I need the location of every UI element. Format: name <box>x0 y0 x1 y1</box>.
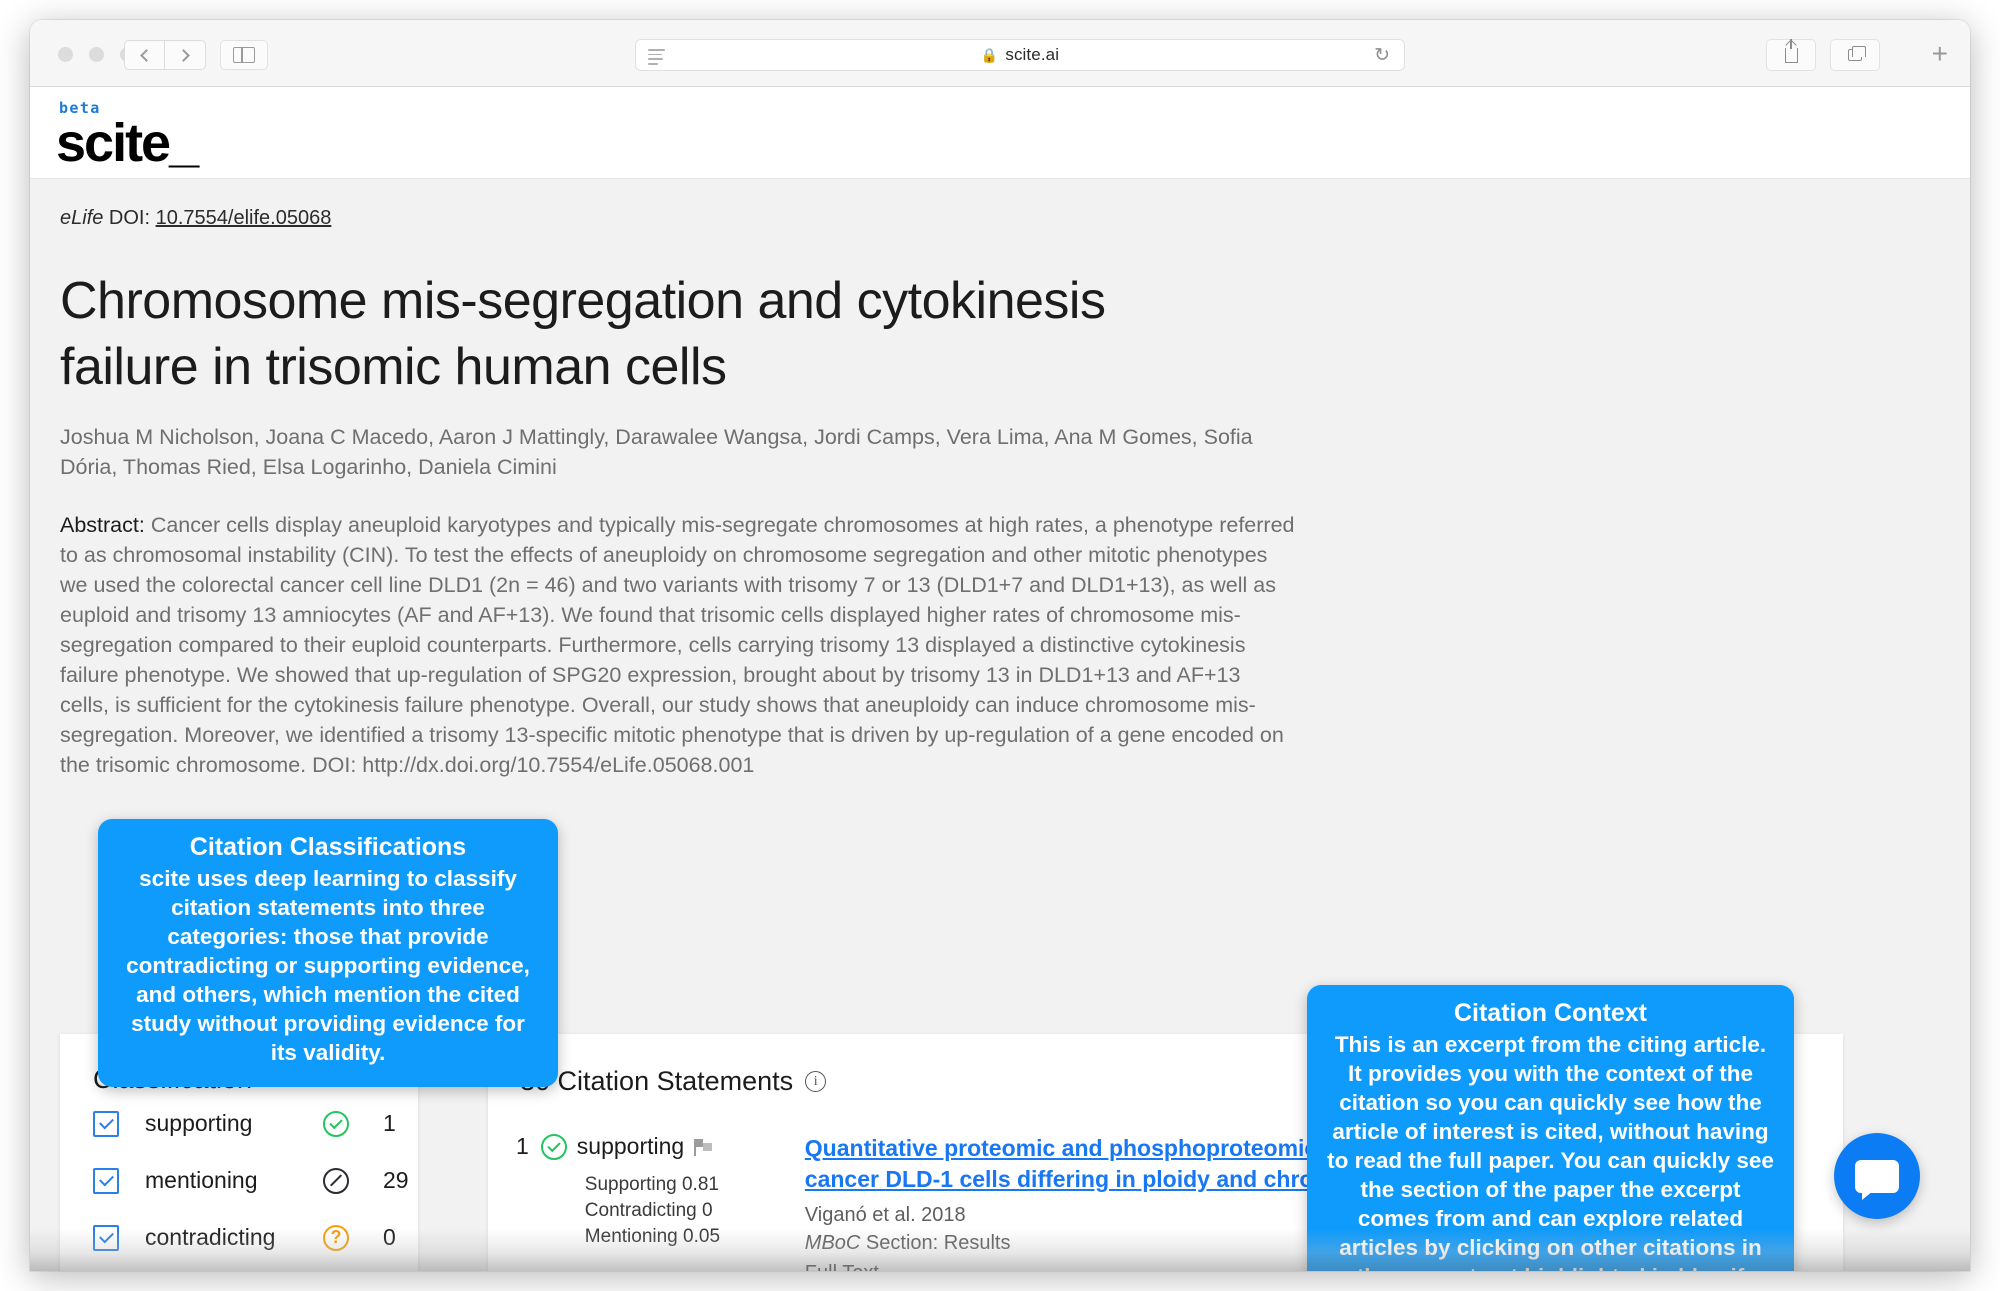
filter-label-contradicting: contradicting <box>145 1224 276 1250</box>
venue-name: MBoC <box>804 1232 861 1254</box>
abstract-text: Cancer cells display aneuploid karyotype… <box>60 513 1295 777</box>
tooltip-citation-classifications: Citation Classifications scite uses deep… <box>98 819 558 1087</box>
filter-label-supporting: supporting <box>145 1110 253 1136</box>
close-window-button[interactable] <box>58 47 73 62</box>
tab-overview-icon <box>1848 46 1866 61</box>
sidebar-toggle-button[interactable] <box>220 40 268 70</box>
reader-view-icon[interactable] <box>648 49 665 68</box>
abstract-label: Abstract: <box>60 513 145 537</box>
chat-widget-button[interactable] <box>1834 1133 1920 1219</box>
section-label: Section: Results <box>860 1232 1011 1254</box>
checkbox-contradicting[interactable] <box>93 1224 119 1251</box>
chat-bubble-icon <box>1855 1159 1899 1200</box>
statement-classification-header: supporting <box>540 1133 791 1160</box>
url-bar[interactable]: 🔒 scite.ai ↻ <box>635 39 1405 71</box>
statement-index: 1 <box>516 1133 529 1159</box>
tooltip-citation-context: Citation Context This is an excerpt from… <box>1307 985 1794 1271</box>
back-button[interactable] <box>124 40 165 70</box>
forward-button[interactable] <box>165 40 206 70</box>
question-circle-icon: ? <box>323 1224 349 1251</box>
chevron-left-icon <box>139 48 153 62</box>
new-tab-button[interactable]: + <box>1932 40 1948 68</box>
minimize-window-button[interactable] <box>89 47 104 62</box>
score-supporting: Supporting 0.81 <box>584 1174 719 1195</box>
doi-label: DOI: <box>103 207 156 229</box>
doi-link[interactable]: 10.7554/elife.05068 <box>156 207 332 229</box>
reload-button[interactable]: ↻ <box>1374 46 1390 66</box>
url-text: scite.ai <box>1005 45 1060 64</box>
statements-count: 30 Citation Statements <box>520 1066 794 1096</box>
tooltip-title: Citation Classifications <box>189 833 467 861</box>
filter-count-supporting: 1 <box>383 1110 396 1136</box>
flag-icon[interactable] <box>694 1138 714 1156</box>
share-button[interactable] <box>1766 38 1816 71</box>
check-circle-icon <box>540 1133 567 1160</box>
checkbox-supporting[interactable] <box>93 1110 119 1137</box>
score-contradicting: Contradicting 0 <box>584 1200 713 1221</box>
paper-authors: Joshua M Nicholson, Joana C Macedo, Aaro… <box>60 425 1253 479</box>
share-icon <box>1784 38 1798 63</box>
check-circle-icon <box>323 1110 349 1137</box>
browser-window: 🔒 scite.ai ↻ + beta scite_ Sign in <box>30 20 1970 1271</box>
tooltip-body: scite uses deep learning to classify cit… <box>126 866 530 1065</box>
statement-classification-label: supporting <box>576 1133 685 1159</box>
score-mentioning: Mentioning 0.05 <box>584 1226 721 1247</box>
url-display: 🔒 scite.ai <box>981 45 1059 65</box>
page-title: Chromosome mis-segregation and cytokines… <box>60 272 1106 396</box>
slash-circle-icon <box>323 1167 349 1194</box>
chevron-right-icon <box>177 48 190 62</box>
navigation-buttons <box>124 40 206 70</box>
filter-row-contradicting[interactable]: contradicting ? 0 <box>60 1209 418 1266</box>
doi-line: eLife DOI: 10.7554/elife.05068 <box>60 207 1970 230</box>
lock-icon: 🔒 <box>980 47 999 63</box>
filter-row-mentioning[interactable]: mentioning 29 <box>60 1152 418 1209</box>
statement-scores: Supporting 0.81 Contradicting 0 Mentioni… <box>585 1172 791 1250</box>
filter-label-mentioning: mentioning <box>145 1167 258 1193</box>
filter-row-supporting[interactable]: supporting 1 <box>60 1095 418 1152</box>
browser-toolbar: 🔒 scite.ai ↻ + <box>30 20 1970 87</box>
tooltip-title: Citation Context <box>1453 999 1648 1027</box>
filter-count-contradicting: 0 <box>383 1224 396 1250</box>
scite-logo[interactable]: beta scite_ <box>56 99 199 173</box>
filter-count-mentioning: 29 <box>383 1167 409 1193</box>
paper-meta: eLife DOI: 10.7554/elife.05068 <box>30 179 1970 230</box>
full-text-link[interactable]: Full Text <box>805 1262 879 1271</box>
statement-classification-column: supporting Supporting 0.81 Contradicting… <box>540 1133 791 1271</box>
paper-abstract: Abstract: Cancer cells display aneuploid… <box>60 510 1295 780</box>
journal-name: eLife <box>60 207 104 229</box>
site-header: beta scite_ Sign in <box>30 87 1970 259</box>
tooltip-body: This is an excerpt from the citing artic… <box>1327 1032 1774 1271</box>
page-body: eLife DOI: 10.7554/elife.05068 Chromosom… <box>30 179 1970 1271</box>
sidebar-toggle-icon <box>233 47 255 63</box>
info-icon[interactable]: i <box>805 1071 827 1092</box>
browser-tools <box>1766 38 1880 71</box>
checkbox-mentioning[interactable] <box>93 1167 119 1194</box>
scite-wordmark: scite_ <box>56 113 199 173</box>
tab-overview-button[interactable] <box>1830 39 1880 71</box>
